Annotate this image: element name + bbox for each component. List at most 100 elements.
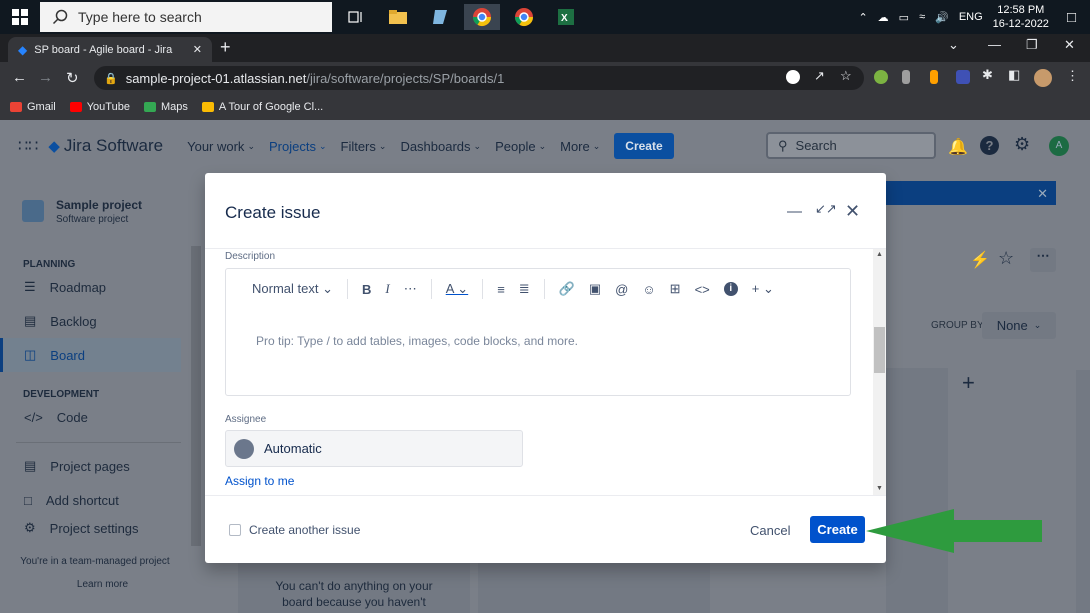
extension-blue-icon[interactable] xyxy=(956,70,970,84)
cancel-button[interactable]: Cancel xyxy=(750,523,790,538)
bullet-list-icon[interactable]: ≡ xyxy=(497,282,505,297)
scroll-down-icon[interactable]: ▼ xyxy=(876,485,883,492)
link-icon[interactable]: 🔗 xyxy=(559,281,575,297)
sidebar-item-code[interactable]: </> Code xyxy=(0,400,205,434)
extension-gray-icon[interactable] xyxy=(902,70,910,84)
info-icon[interactable]: i xyxy=(723,282,738,296)
bold-icon[interactable]: B xyxy=(362,282,371,297)
windows-start-icon[interactable] xyxy=(12,9,28,25)
create-button[interactable]: Create xyxy=(810,516,865,543)
nav-people[interactable]: People ⌄ xyxy=(495,139,546,154)
extensions-puzzle-icon[interactable]: ✱ xyxy=(982,67,993,83)
task-view-icon[interactable] xyxy=(338,4,374,30)
jira-search-input[interactable]: ⚲ Search xyxy=(766,132,936,159)
bookmark-maps[interactable]: Maps xyxy=(143,101,188,113)
mention-icon[interactable]: @ xyxy=(615,282,628,297)
help-icon[interactable]: ? xyxy=(980,136,999,155)
nav-dashboards[interactable]: Dashboards ⌄ xyxy=(400,139,481,154)
image-icon[interactable]: ▣ xyxy=(589,281,601,297)
new-tab-icon[interactable]: + xyxy=(220,37,231,58)
more-actions-icon[interactable]: ⋯ xyxy=(1030,248,1056,272)
collapse-dialog-icon[interactable]: ↙↗ xyxy=(815,201,837,217)
side-panel-icon[interactable]: ◧ xyxy=(1008,67,1020,83)
close-icon[interactable]: ✕ xyxy=(1037,186,1048,202)
volume-icon[interactable]: 🔊 xyxy=(935,11,949,24)
bookmark-youtube[interactable]: YouTube xyxy=(69,101,130,113)
address-bar[interactable]: 🔒 sample-project-01.atlassian.net/jira/s… xyxy=(94,66,864,90)
minimize-icon[interactable]: — xyxy=(988,37,1001,52)
clock[interactable]: 12:58 PM 16-12-2022 xyxy=(993,3,1049,31)
profile-avatar[interactable] xyxy=(1034,69,1052,87)
scrollbar-thumb[interactable] xyxy=(874,327,885,373)
language-indicator[interactable]: ENG xyxy=(959,11,983,23)
assign-to-me-link[interactable]: Assign to me xyxy=(225,474,294,488)
tab-search-chevron-icon[interactable]: ⌄ xyxy=(948,37,959,53)
nav-your-work[interactable]: Your work ⌄ xyxy=(187,139,255,154)
notepad-app-icon[interactable] xyxy=(422,4,458,30)
numbered-list-icon[interactable]: ≣ xyxy=(519,281,530,297)
add-column-icon[interactable]: + xyxy=(962,370,975,396)
sidebar-item-project-pages[interactable]: ▤ Project pages xyxy=(0,449,205,483)
browser-tab-active[interactable]: ◆ SP board - Agile board - Jira ✕ xyxy=(8,37,212,62)
project-name[interactable]: Sample project xyxy=(56,198,142,212)
google-icon[interactable] xyxy=(786,70,800,84)
file-explorer-icon[interactable] xyxy=(380,4,416,30)
share-icon[interactable]: ↗ xyxy=(814,68,825,84)
top-create-button[interactable]: Create xyxy=(614,133,674,159)
settings-gear-icon[interactable]: ⚙ xyxy=(1014,134,1030,155)
notifications-icon[interactable]: □ xyxy=(1067,9,1076,26)
sidebar-scrollbar[interactable] xyxy=(191,246,201,546)
description-editor[interactable]: Normal text ⌄ B I ⋯ A ⌄ ≡ ≣ 🔗 ▣ @ ☺ ⊞ <>… xyxy=(225,268,851,396)
text-color-icon[interactable]: A ⌄ xyxy=(446,281,468,297)
close-dialog-icon[interactable]: ✕ xyxy=(845,201,860,222)
more-formatting-icon[interactable]: ⋯ xyxy=(404,281,417,297)
nav-more[interactable]: More ⌄ xyxy=(560,139,600,154)
wifi-icon[interactable]: ≈ xyxy=(919,11,925,23)
sidebar-item-project-settings[interactable]: ⚙ Project settings xyxy=(0,517,205,539)
insert-more-icon[interactable]: + ⌄ xyxy=(752,281,774,297)
close-tab-icon[interactable]: ✕ xyxy=(193,43,202,56)
battery-icon[interactable]: ▭ xyxy=(899,11,909,24)
nav-filters[interactable]: Filters ⌄ xyxy=(341,139,387,154)
emoji-icon[interactable]: ☺ xyxy=(642,282,655,297)
minimize-dialog-icon[interactable]: — xyxy=(787,203,802,220)
taskbar-search-box[interactable]: Type here to search xyxy=(40,2,332,32)
cloud-icon[interactable]: ☁ xyxy=(878,11,889,24)
extension-green-icon[interactable] xyxy=(874,70,888,84)
chevron-up-icon[interactable]: ⌃ xyxy=(858,11,867,24)
assignee-select[interactable]: Automatic xyxy=(225,430,523,467)
notifications-bell-icon[interactable]: 🔔 xyxy=(948,137,968,157)
star-icon[interactable]: ☆ xyxy=(998,248,1014,269)
bookmark-gmail[interactable]: Gmail xyxy=(10,101,56,113)
bookmark-google-cloud[interactable]: A Tour of Google Cl... xyxy=(201,101,323,113)
forward-icon[interactable]: → xyxy=(38,69,53,86)
dialog-scrollbar[interactable]: ▲ ▼ xyxy=(873,249,886,495)
text-style-dropdown[interactable]: Normal text ⌄ xyxy=(252,281,333,297)
learn-more-link[interactable]: Learn more xyxy=(0,579,205,590)
sidebar-item-backlog[interactable]: ▤ Backlog xyxy=(0,304,205,338)
page-scrollbar[interactable] xyxy=(1076,370,1090,613)
lightning-icon[interactable]: ⚡ xyxy=(970,250,990,270)
group-by-select[interactable]: None ⌄ xyxy=(982,312,1056,339)
chrome-app-icon-2[interactable] xyxy=(506,4,542,30)
jira-product-name[interactable]: Jira Software xyxy=(64,136,163,156)
bookmark-star-icon[interactable]: ☆ xyxy=(840,68,852,84)
chrome-app-icon[interactable] xyxy=(464,4,500,30)
nav-projects[interactable]: Projects ⌄ xyxy=(269,139,327,154)
italic-icon[interactable]: I xyxy=(385,281,389,297)
sidebar-item-board[interactable]: ◫ Board xyxy=(0,338,181,372)
restore-icon[interactable]: ❐ xyxy=(1026,37,1038,53)
sidebar-item-roadmap[interactable]: ☰ Roadmap xyxy=(0,270,205,304)
code-snippet-icon[interactable]: <> xyxy=(695,282,710,297)
extension-orange-icon[interactable] xyxy=(930,70,938,84)
excel-app-icon[interactable]: X xyxy=(548,4,584,30)
reload-icon[interactable]: ↻ xyxy=(66,69,79,87)
close-window-icon[interactable]: ✕ xyxy=(1064,37,1075,53)
create-another-checkbox[interactable] xyxy=(229,524,241,536)
sidebar-item-add-shortcut[interactable]: □ Add shortcut xyxy=(0,483,205,517)
user-avatar[interactable]: A xyxy=(1049,136,1069,156)
scroll-up-icon[interactable]: ▲ xyxy=(876,251,883,258)
chrome-menu-icon[interactable]: ⋮ xyxy=(1066,68,1079,84)
back-icon[interactable]: ← xyxy=(12,69,27,86)
app-switcher-icon[interactable]: ∷∷ xyxy=(18,136,38,156)
